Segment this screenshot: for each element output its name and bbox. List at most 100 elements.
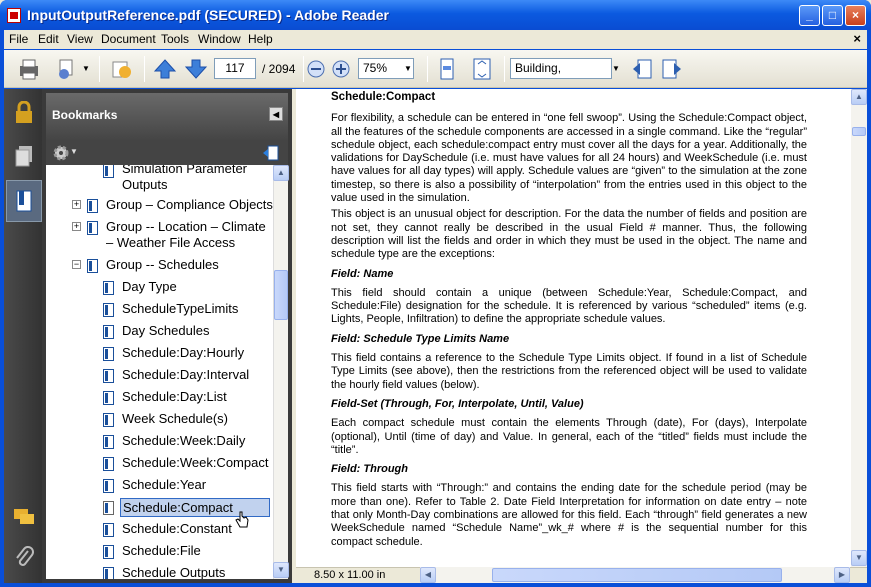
bookmark-item[interactable]: Schedule:Day:Hourly	[103, 344, 263, 364]
bookmark-icon	[87, 221, 98, 235]
zoom-out-icon[interactable]	[306, 59, 326, 79]
bookmark-icon	[103, 501, 114, 515]
paragraph: This field should contain a unique (betw…	[331, 286, 807, 326]
window-title: InputOutputReference.pdf (SECURED) - Ado…	[27, 7, 389, 23]
page-total: / 2094	[262, 62, 296, 76]
email-dropdown-icon[interactable]: ▼	[80, 59, 92, 79]
expand-bookmark-icon[interactable]	[262, 144, 280, 162]
document-horizontal-scrollbar[interactable]: ◀ ▶	[420, 567, 850, 583]
previous-page-icon[interactable]	[152, 56, 178, 82]
menu-window[interactable]: Window	[198, 32, 241, 46]
toolbar: ▼ 117 / 2094 75% ▼ Building, ▼	[4, 50, 867, 88]
paragraph: For flexibility, a schedule can be enter…	[331, 112, 807, 205]
toolbar-separator	[303, 56, 304, 82]
bookmark-item[interactable]: Schedule:File	[103, 542, 263, 562]
field-heading: Field: Name	[331, 267, 394, 280]
find-next-icon[interactable]	[659, 56, 685, 82]
bookmark-item[interactable]: Group -- Schedules	[87, 256, 273, 276]
expand-icon[interactable]: +	[72, 200, 81, 209]
toolbar-separator	[99, 56, 100, 82]
menu-view[interactable]: View	[67, 32, 93, 46]
section-heading: Schedule:Compact	[331, 91, 436, 103]
bookmark-icon	[16, 190, 32, 212]
bookmark-item[interactable]: Schedule:Year	[103, 476, 263, 496]
scroll-thumb[interactable]	[492, 568, 782, 582]
scroll-up-icon[interactable]: ▲	[851, 89, 867, 105]
scroll-down-icon[interactable]: ▼	[851, 550, 867, 566]
zoom-dropdown-icon[interactable]: ▼	[402, 59, 414, 79]
find-previous-icon[interactable]	[629, 56, 655, 82]
bookmark-item[interactable]: Day Type	[103, 278, 263, 298]
field-heading: Field: Schedule Type Limits Name	[331, 332, 510, 345]
single-page-icon[interactable]	[434, 56, 460, 82]
menu-tools[interactable]: Tools	[161, 32, 189, 46]
bookmarks-scrollbar[interactable]: ▲ ▼	[273, 165, 289, 579]
bookmark-item[interactable]: Day Schedules	[103, 322, 263, 342]
scroll-down-icon[interactable]: ▼	[273, 562, 289, 578]
page-number-input[interactable]: 117	[214, 58, 256, 79]
bookmark-item[interactable]: Week Schedule(s)	[103, 410, 263, 430]
maximize-button[interactable]: □	[822, 5, 843, 26]
bookmark-icon	[103, 435, 114, 449]
bookmark-item[interactable]: Schedule:Day:List	[103, 388, 263, 408]
toolbar-separator	[144, 56, 145, 82]
menu-document[interactable]: Document	[101, 32, 156, 46]
collapse-panel-button[interactable]: ◀	[269, 107, 283, 121]
toolbar-separator	[504, 56, 505, 82]
bookmark-item[interactable]: Schedule:Day:Interval	[103, 366, 263, 386]
menu-help[interactable]: Help	[248, 32, 273, 46]
attachments-icon[interactable]	[12, 545, 36, 569]
bookmark-item-continued[interactable]: Outputs	[103, 176, 263, 196]
bookmark-icon	[103, 369, 114, 383]
scroll-left-icon[interactable]: ◀	[420, 567, 436, 583]
options-dropdown-icon[interactable]: ▼	[70, 147, 78, 156]
print-icon[interactable]	[16, 56, 42, 82]
secure-icon[interactable]	[108, 56, 134, 82]
next-page-icon[interactable]	[183, 56, 209, 82]
fit-page-icon[interactable]	[469, 56, 495, 82]
paragraph: This field starts with “Through:” and co…	[331, 482, 807, 548]
scroll-right-icon[interactable]: ▶	[834, 567, 850, 583]
expand-icon[interactable]: +	[72, 222, 81, 231]
bookmark-item[interactable]: Schedule Outputs	[103, 564, 263, 579]
comments-icon[interactable]	[12, 505, 36, 529]
bookmark-item[interactable]: Schedule:Week:Compact	[103, 454, 271, 474]
bookmark-item[interactable]: Schedule:Week:Daily	[103, 432, 268, 452]
bookmark-icon	[103, 457, 114, 471]
bookmark-icon	[103, 567, 114, 579]
minimize-button[interactable]: _	[799, 5, 820, 26]
close-button[interactable]: ×	[845, 5, 866, 26]
zoom-in-icon[interactable]	[331, 59, 351, 79]
collapse-icon[interactable]: −	[72, 260, 81, 269]
menu-edit[interactable]: Edit	[38, 32, 59, 46]
scroll-thumb[interactable]	[274, 270, 288, 320]
scroll-up-icon[interactable]: ▲	[273, 165, 289, 181]
navigation-pane-bar	[4, 89, 42, 583]
bookmark-icon	[103, 325, 114, 339]
bookmark-icon	[103, 545, 114, 559]
scroll-thumb[interactable]	[852, 127, 866, 136]
document-vertical-scrollbar[interactable]: ▲ ▼	[851, 89, 867, 567]
options-gear-icon[interactable]	[52, 144, 70, 162]
document-close-icon[interactable]: ×	[853, 31, 861, 46]
bookmark-item[interactable]: ScheduleTypeLimits	[103, 300, 263, 320]
bookmarks-header: Bookmarks ◀	[46, 93, 288, 141]
find-input[interactable]: Building,	[510, 58, 612, 79]
field-heading: Field: Through	[331, 463, 408, 476]
lock-icon[interactable]	[12, 101, 36, 125]
document-view: Schedule:Compact For flexibility, a sche…	[296, 89, 851, 567]
find-dropdown-icon[interactable]: ▼	[610, 59, 622, 79]
bookmarks-tab[interactable]	[6, 180, 42, 222]
menu-file[interactable]: File	[9, 32, 28, 46]
bookmark-item[interactable]: Group – Compliance Objects	[87, 196, 273, 216]
bookmark-icon	[103, 413, 114, 427]
email-icon[interactable]	[54, 56, 80, 82]
bookmark-icon	[103, 281, 114, 295]
bookmark-item-continued[interactable]: – Weather File Access	[87, 234, 273, 254]
paragraph: Each compact schedule must contain the e…	[331, 417, 807, 456]
pages-icon[interactable]	[12, 144, 36, 168]
bookmarks-title: Bookmarks	[52, 108, 118, 122]
app-window: InputOutputReference.pdf (SECURED) - Ado…	[0, 0, 871, 587]
toolbar-separator	[427, 56, 428, 82]
paragraph: This field contains a reference to the S…	[331, 352, 807, 391]
